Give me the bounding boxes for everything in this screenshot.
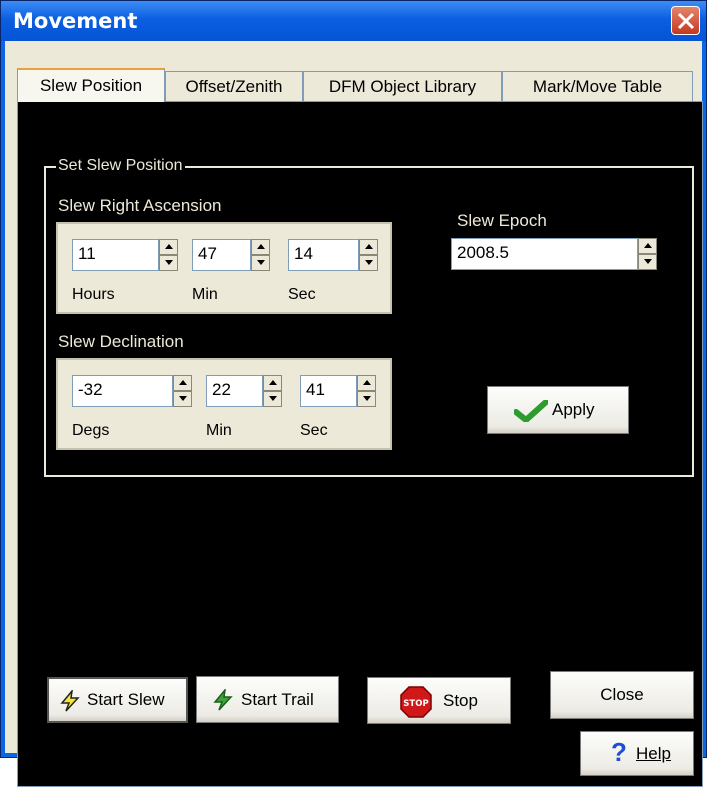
apply-label: Apply	[552, 400, 595, 419]
dec-sec-unit-label: Sec	[300, 422, 328, 439]
ra-min-down-arrow-icon[interactable]	[251, 255, 270, 271]
close-window-button[interactable]	[671, 6, 700, 35]
start-trail-button[interactable]: Start Trail	[196, 676, 339, 723]
start-slew-button[interactable]: Start Slew	[47, 677, 188, 723]
ra-sec-spinner[interactable]: 14	[288, 239, 378, 271]
dec-sec-spinner[interactable]: 41	[300, 375, 376, 407]
ra-sec-input[interactable]: 14	[288, 239, 359, 271]
dec-min-up-arrow-icon[interactable]	[263, 375, 282, 391]
movement-window: Movement Slew Position Offset/Zenith DFM…	[0, 0, 707, 787]
dec-degs-down-arrow-icon[interactable]	[173, 391, 192, 407]
slew-epoch-label: Slew Epoch	[457, 211, 547, 230]
slew-epoch-input[interactable]: 2008.5	[451, 238, 638, 270]
help-question-icon: ?	[611, 737, 627, 767]
help-label: Help	[636, 744, 671, 763]
epoch-down-arrow-icon[interactable]	[638, 254, 657, 270]
dec-degs-up-arrow-icon[interactable]	[173, 375, 192, 391]
slew-ra-label: Slew Right Ascension	[58, 196, 222, 215]
dec-degs-spinner[interactable]: -32	[72, 375, 192, 407]
epoch-up-arrow-icon[interactable]	[638, 238, 657, 254]
dec-degs-input[interactable]: -32	[72, 375, 173, 407]
slew-epoch-spinner[interactable]: 2008.5	[451, 238, 657, 270]
ra-sec-unit-label: Sec	[288, 286, 316, 303]
ra-sec-down-arrow-icon[interactable]	[359, 255, 378, 271]
stop-sign-text: STOP	[403, 699, 428, 709]
start-slew-label: Start Slew	[87, 690, 165, 709]
close-icon	[677, 12, 695, 30]
ra-hours-input[interactable]: 11	[72, 239, 159, 271]
group-title: Set Slew Position	[56, 157, 185, 175]
ra-box: 11 47 14 Hours Min Sec	[56, 222, 392, 314]
window-title: Movement	[13, 9, 138, 33]
slew-dec-label: Slew Declination	[58, 332, 184, 351]
ra-min-unit-label: Min	[192, 286, 218, 303]
stop-sign-icon: STOP	[400, 686, 432, 718]
tab-mark-move-table[interactable]: Mark/Move Table	[502, 71, 693, 101]
ra-hours-down-arrow-icon[interactable]	[159, 255, 178, 271]
close-button[interactable]: Close	[550, 671, 694, 719]
dec-min-spinner[interactable]: 22	[206, 375, 282, 407]
degs-unit-label: Degs	[72, 422, 110, 439]
dec-sec-up-arrow-icon[interactable]	[357, 375, 376, 391]
close-label: Close	[600, 685, 644, 704]
help-button[interactable]: ? Help	[580, 731, 694, 776]
dec-min-down-arrow-icon[interactable]	[263, 391, 282, 407]
tab-offset-zenith[interactable]: Offset/Zenith	[165, 71, 303, 101]
dec-box: -32 22 41 Degs Min Sec	[56, 358, 392, 450]
title-bar[interactable]: Movement	[1, 1, 706, 41]
ra-min-input[interactable]: 47	[192, 239, 251, 271]
start-trail-label: Start Trail	[241, 690, 314, 709]
ra-min-spinner[interactable]: 47	[192, 239, 270, 271]
hours-unit-label: Hours	[72, 286, 115, 303]
slew-position-panel: Set Slew Position Slew Right Ascension 1…	[17, 101, 703, 787]
stop-button[interactable]: STOP Stop	[367, 677, 511, 724]
dec-sec-down-arrow-icon[interactable]	[357, 391, 376, 407]
dec-min-input[interactable]: 22	[206, 375, 263, 407]
dec-sec-input[interactable]: 41	[300, 375, 357, 407]
dialog-client: Slew Position Offset/Zenith DFM Object L…	[5, 41, 703, 787]
dec-min-unit-label: Min	[206, 422, 232, 439]
checkmark-icon	[514, 400, 548, 422]
tab-slew-position[interactable]: Slew Position	[17, 68, 165, 102]
stop-label: Stop	[443, 691, 478, 710]
ra-min-up-arrow-icon[interactable]	[251, 239, 270, 255]
tab-dfm-object-library[interactable]: DFM Object Library	[303, 71, 502, 101]
ra-sec-up-arrow-icon[interactable]	[359, 239, 378, 255]
lightning-icon	[60, 690, 80, 712]
ra-hours-up-arrow-icon[interactable]	[159, 239, 178, 255]
ra-hours-spinner[interactable]: 11	[72, 239, 178, 271]
apply-button[interactable]: Apply	[487, 386, 629, 434]
trail-icon	[213, 689, 233, 711]
